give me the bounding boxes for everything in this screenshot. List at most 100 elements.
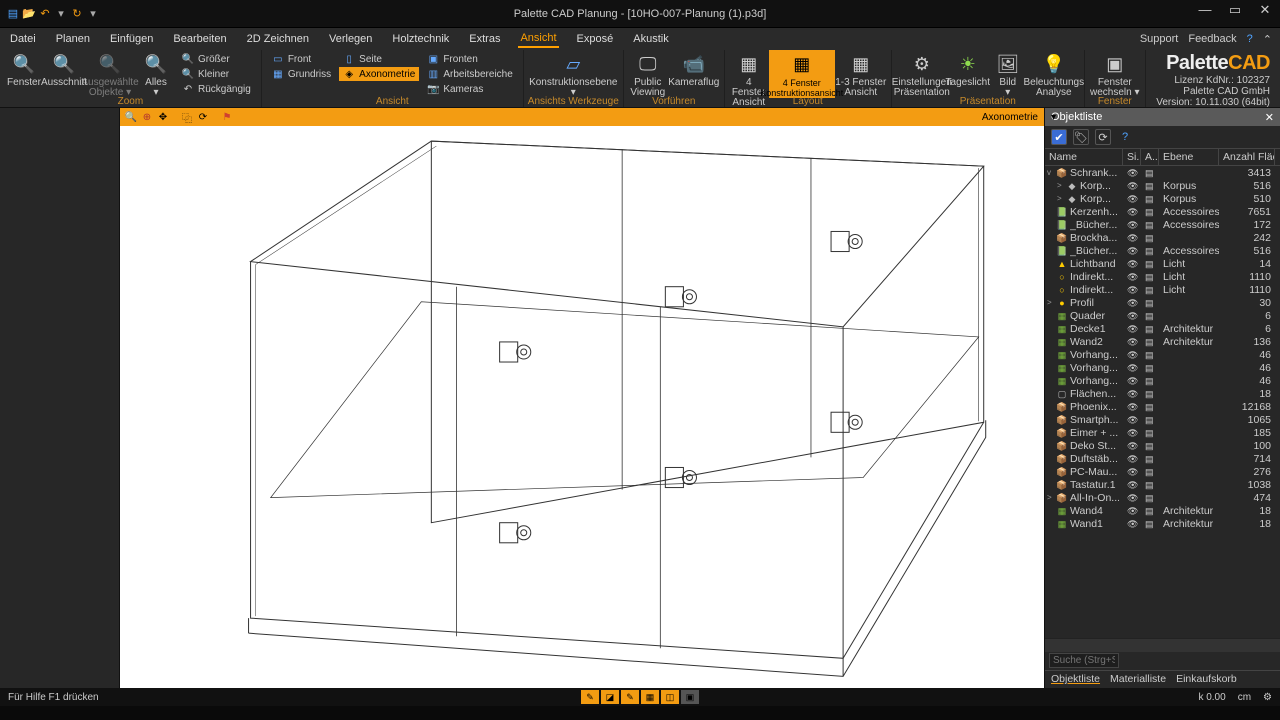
search-input[interactable] [1049,653,1119,668]
minimize-button[interactable]: — [1190,0,1220,24]
kameraflug-button[interactable]: 📹Kameraflug [668,50,720,88]
tree-row[interactable]: 📦PC-Mau...👁▤276 [1045,465,1280,478]
qat-more-icon[interactable]: ▾ [86,7,100,21]
dropdown-icon[interactable]: ▾ [54,7,68,21]
si-4[interactable]: ▦ [641,690,659,704]
menu-akustik[interactable]: Akustik [631,31,670,47]
tree-row[interactable]: v📦Schrank...👁▤3413 [1045,166,1280,179]
close-button[interactable]: ✕ [1250,0,1280,24]
menu-extras[interactable]: Extras [467,31,502,47]
tree-row[interactable]: 📦Brockha...👁▤242 [1045,231,1280,244]
konstruktionsebene-button[interactable]: ▱Konstruktionsebene ▾ [540,50,606,98]
tree-row[interactable]: ▦Vorhang...👁▤46 [1045,348,1280,361]
tree-row[interactable]: 📦Tastatur.1👁▤1038 [1045,478,1280,491]
public-viewing-button[interactable]: 🖵Public Viewing [628,50,668,98]
tree-row[interactable]: 📗_Bücher...👁▤Accessoires516 [1045,244,1280,257]
tree-row[interactable]: ▦Vorhang...👁▤46 [1045,374,1280,387]
tree-row[interactable]: 📦Phoenix...👁▤12168 [1045,400,1280,413]
tree-row[interactable]: ○Indirekt...👁▤Licht1110 [1045,270,1280,283]
menu-verlegen[interactable]: Verlegen [327,31,374,47]
col-name[interactable]: Name [1045,149,1123,165]
vp-copy-icon[interactable]: ⿻ [180,110,194,124]
tree-row[interactable]: ▢Flächen...👁▤18 [1045,387,1280,400]
tree-row[interactable]: >●Profil👁▤30 [1045,296,1280,309]
tree-row[interactable]: ▦Quader👁▤6 [1045,309,1280,322]
tree-row[interactable]: ▦Wand4👁▤Architektur18 [1045,504,1280,517]
layout-13fenster-button[interactable]: ▦1-3 Fenster Ansicht [835,50,887,98]
col-si[interactable]: Si... [1123,149,1141,165]
menu-holztechnik[interactable]: Holztechnik [390,31,451,47]
tree-row[interactable]: ○Indirekt...👁▤Licht1110 [1045,283,1280,296]
tree-row[interactable]: ▦Wand2👁▤Architektur136 [1045,335,1280,348]
si-1[interactable]: ✎ [581,690,599,704]
tree-row[interactable]: 📗Kerzenh...👁▤Accessoires7651 [1045,205,1280,218]
new-icon[interactable]: ▤ [6,7,20,21]
undo-icon[interactable]: ↶ [38,7,52,21]
col-ebene[interactable]: Ebene [1159,149,1219,165]
menu-datei[interactable]: Datei [8,31,38,47]
check-icon[interactable]: ✔ [1051,129,1067,145]
support-link[interactable]: Support [1140,33,1179,45]
vp-target-icon[interactable]: ⊕ [140,110,154,124]
bild-button[interactable]: 🖼Bild ▾ [988,50,1028,98]
zoom-kleiner-button[interactable]: 🔍Kleiner [178,67,255,81]
menu-bearbeiten[interactable]: Bearbeiten [171,31,228,47]
open-icon[interactable]: 📂 [22,7,36,21]
tree-row[interactable]: 📦Duftstäb...👁▤714 [1045,452,1280,465]
ansicht-axonometrie-button[interactable]: ◈Axonometrie [339,67,419,81]
tree-row[interactable]: ▦Vorhang...👁▤46 [1045,361,1280,374]
tab-materialliste[interactable]: Materialliste [1110,673,1166,686]
ansicht-front-button[interactable]: ▭Front [268,52,335,66]
ansicht-arbeitsbereiche-button[interactable]: ▥Arbeitsbereiche [423,67,516,81]
zoom-alles-button[interactable]: 🔍Alles ▾ [136,50,176,98]
zoom-rueckgaengig-button[interactable]: ↶Rückgängig [178,82,255,96]
si-5[interactable]: ◫ [661,690,679,704]
col-anzahl[interactable]: Anzahl Flächen [1219,149,1275,165]
tree-row[interactable]: ▦Wand1👁▤Architektur18 [1045,517,1280,530]
feedback-link[interactable]: Feedback [1188,33,1236,45]
tab-einkaufskorb[interactable]: Einkaufskorb [1176,673,1237,686]
settings-icon[interactable]: ⚙ [1263,692,1272,703]
close-panel-icon[interactable]: ✕ [1265,111,1274,124]
tageslicht-button[interactable]: ☀Tageslicht [948,50,988,88]
ansicht-seite-button[interactable]: ▯Seite [339,52,419,66]
si-3[interactable]: ✎ [621,690,639,704]
redo-icon[interactable]: ↻ [70,7,84,21]
tree-row[interactable]: 📦Smartph...👁▤1065 [1045,413,1280,426]
zoom-groesser-button[interactable]: 🔍Größer [178,52,255,66]
tree-row[interactable]: 📦Deko St...👁▤100 [1045,439,1280,452]
maximize-button[interactable]: ▭ [1220,0,1250,24]
tree-row[interactable]: 📦Eimer + ...👁▤185 [1045,426,1280,439]
si-6[interactable]: ▣ [681,690,699,704]
collapse-ribbon-icon[interactable]: ⌃ [1263,33,1272,46]
vp-axis-icon[interactable]: ✥ [156,110,170,124]
tree-row[interactable]: 📗_Bücher...👁▤Accessoires172 [1045,218,1280,231]
ansicht-fronten-button[interactable]: ▣Fronten [423,52,516,66]
tree-row[interactable]: ▲Lichtband👁▤Licht14 [1045,257,1280,270]
ansicht-kameras-button[interactable]: 📷Kameras [423,82,516,96]
vp-zoom-icon[interactable]: 🔍 [124,110,138,124]
help-icon[interactable]: ? [1247,33,1253,45]
zoom-ausgewaehlte-button[interactable]: 🔍Ausgewählte Objekte ▾ [84,50,136,98]
menu-planen[interactable]: Planen [54,31,92,47]
tree-header[interactable]: Name Si... A... Ebene Anzahl Flächen [1045,148,1280,166]
tree-row[interactable]: >◆Korp...👁▤Korpus510 [1045,192,1280,205]
ansicht-grundriss-button[interactable]: ▦Grundriss [268,67,335,81]
menu-einfuegen[interactable]: Einfügen [108,31,155,47]
tree-row[interactable]: ▦Decke1👁▤Architektur6 [1045,322,1280,335]
fenster-wechseln-button[interactable]: ▣Fenster wechseln ▾ [1089,50,1141,98]
tab-objektliste[interactable]: Objektliste [1051,673,1100,686]
si-2[interactable]: ◪ [601,690,619,704]
beleuchtungs-analyse-button[interactable]: 💡Beleuchtungs Analyse [1028,50,1080,98]
vp-dropdown-icon[interactable]: ▾ [1051,112,1056,123]
einstellungen-praesentation-button[interactable]: ⚙Einstellungen Präsentation [896,50,948,98]
vp-flag-icon[interactable]: ⚑ [220,110,234,124]
col-a[interactable]: A... [1141,149,1159,165]
tree-row[interactable]: >◆Korp...👁▤Korpus516 [1045,179,1280,192]
horizontal-scrollbar[interactable] [1045,638,1280,652]
objectlist-tree[interactable]: Name Si... A... Ebene Anzahl Flächen v📦S… [1045,148,1280,638]
help-icon[interactable]: ? [1117,129,1133,145]
menu-expose[interactable]: Exposé [575,31,616,47]
refresh-icon[interactable]: ⟳ [1095,129,1111,145]
zoom-fenster-button[interactable]: 🔍Fenster [4,50,44,88]
